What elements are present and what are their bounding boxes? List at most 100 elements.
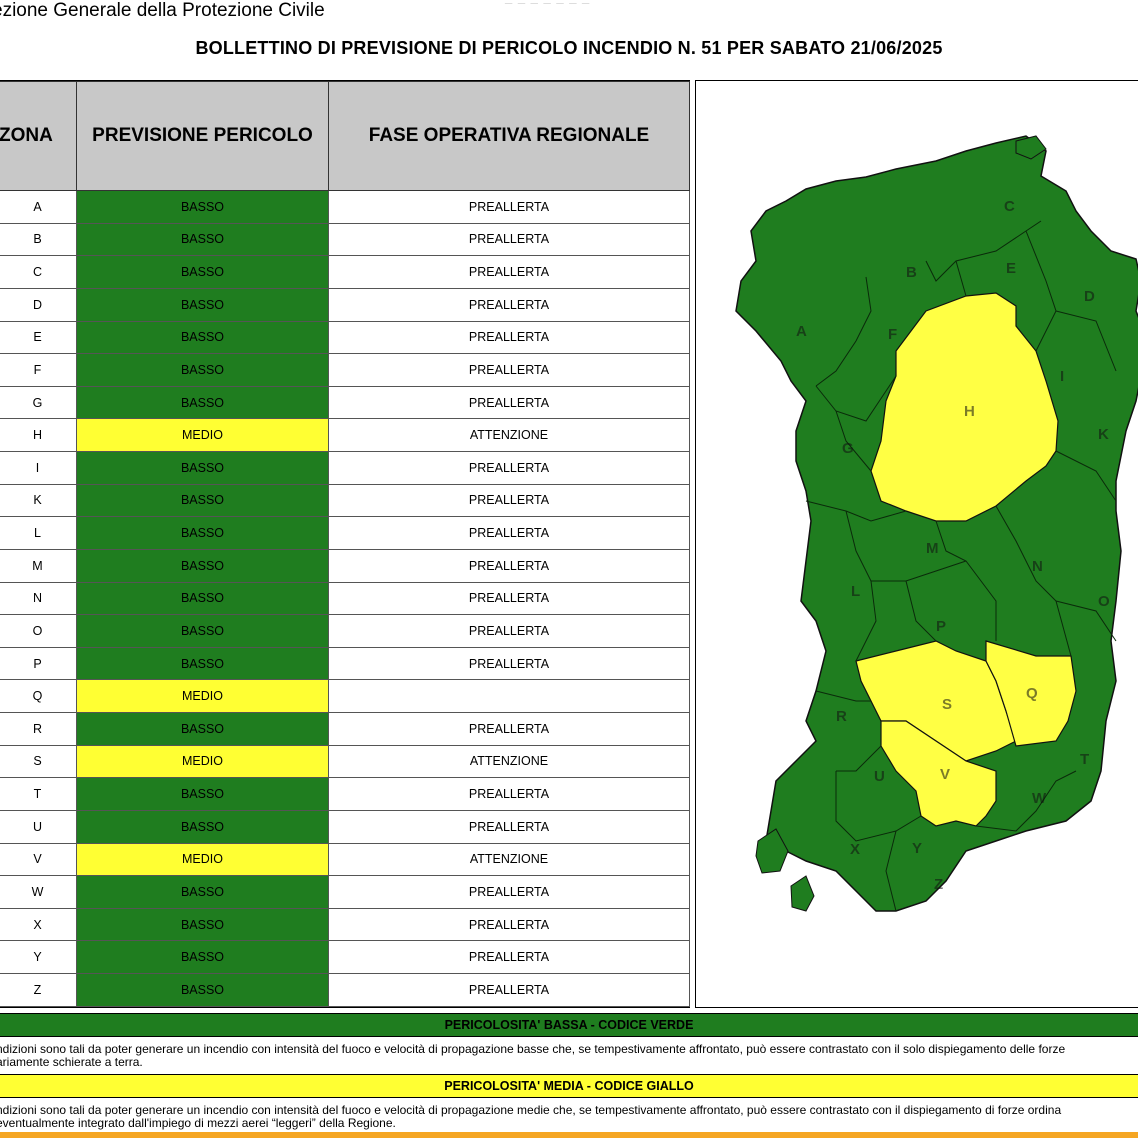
forecast-level-cell: BASSO <box>76 222 329 257</box>
table-row: I BASSO PREALLERTA <box>0 451 690 485</box>
zone-cell: K <box>0 483 77 518</box>
legend-green-text: ndizioni sono tali da poter generare un … <box>0 1043 1138 1069</box>
operative-phase-cell: PREALLERTA <box>328 614 690 648</box>
map-zone-label: X <box>850 841 860 858</box>
map-zone-label: H <box>964 403 975 420</box>
forecast-level-cell: BASSO <box>76 451 329 485</box>
map-zone-label: Y <box>912 840 922 857</box>
zone-cell: M <box>0 548 77 583</box>
institution-name: ezione Generale della Protezione Civile <box>0 0 325 21</box>
forecast-level-cell: BASSO <box>76 777 329 811</box>
table-row: S MEDIO ATTENZIONE <box>0 744 690 779</box>
operative-phase-cell: PREALLERTA <box>328 777 690 811</box>
map-zone-label: U <box>874 768 885 785</box>
table-header-row: ZONA PREVISIONE PERICOLO FASE OPERATIVA … <box>0 81 690 191</box>
zone-cell: B <box>0 222 77 257</box>
legend-yellow-title: PERICOLOSITA' MEDIA - CODICE GIALLO <box>0 1074 1138 1098</box>
operative-phase-cell: PREALLERTA <box>328 907 690 942</box>
operative-phase-cell: PREALLERTA <box>328 973 690 1007</box>
zone-cell: U <box>0 809 77 844</box>
forecast-level-cell: BASSO <box>76 940 329 974</box>
zone-cell: N <box>0 581 77 616</box>
forecast-level-cell: BASSO <box>76 320 329 355</box>
operative-phase-cell: PREALLERTA <box>328 222 690 257</box>
operative-phase-cell: PREALLERTA <box>328 646 690 681</box>
legend-green-line-1: ndizioni sono tali da poter generare un … <box>0 1043 1066 1056</box>
forecast-level-cell: BASSO <box>76 809 329 844</box>
operative-phase-cell: PREALLERTA <box>328 940 690 974</box>
table-row: W BASSO PREALLERTA <box>0 875 690 909</box>
operative-phase-cell: PREALLERTA <box>328 255 690 289</box>
table-row: Z BASSO PREALLERTA <box>0 973 690 1007</box>
legend-yellow-line-2: eventualmente integrato dall'impiego di … <box>0 1116 396 1130</box>
operative-phase-cell: PREALLERTA <box>328 483 690 518</box>
forecast-level-cell: BASSO <box>76 581 329 616</box>
orange-divider <box>0 1132 1138 1138</box>
zone-cell: G <box>0 385 77 420</box>
forecast-level-cell: BASSO <box>76 614 329 648</box>
zone-cell: X <box>0 907 77 942</box>
table-row: D BASSO PREALLERTA <box>0 287 690 322</box>
legend-green-line-2: ariamente schierate a terra. <box>0 1055 143 1069</box>
map-zone-label: P <box>936 618 946 635</box>
forecast-level-cell: BASSO <box>76 712 329 746</box>
map-zone-label: G <box>842 440 854 457</box>
zone-cell: H <box>0 418 77 452</box>
zone-cell: S <box>0 744 77 779</box>
zone-table-container: ZONA PREVISIONE PERICOLO FASE OPERATIVA … <box>0 80 690 1008</box>
table-row: C BASSO PREALLERTA <box>0 255 690 289</box>
legend-yellow-text: ndizioni sono tali da poter generare un … <box>0 1104 1138 1130</box>
map-zone-label: I <box>1060 368 1064 385</box>
zone-cell: C <box>0 255 77 289</box>
legend-green-title: PERICOLOSITA' BASSA - CODICE VERDE <box>0 1013 1138 1037</box>
operative-phase-cell: PREALLERTA <box>328 287 690 322</box>
table-row: M BASSO PREALLERTA <box>0 548 690 583</box>
forecast-level-cell: MEDIO <box>76 679 329 713</box>
operative-phase-cell: PREALLERTA <box>328 190 690 224</box>
table-row: F BASSO PREALLERTA <box>0 353 690 387</box>
forecast-level-cell: BASSO <box>76 287 329 322</box>
operative-phase-cell: ATTENZIONE <box>328 744 690 779</box>
operative-phase-cell: ATTENZIONE <box>328 418 690 452</box>
zone-cell: Q <box>0 679 77 713</box>
operative-phase-cell: PREALLERTA <box>328 875 690 909</box>
forecast-level-cell: BASSO <box>76 483 329 518</box>
map-zone-label: C <box>1004 198 1015 215</box>
forecast-level-cell: BASSO <box>76 548 329 583</box>
operative-phase-cell: PREALLERTA <box>328 548 690 583</box>
forecast-level-cell: BASSO <box>76 353 329 387</box>
table-row: X BASSO PREALLERTA <box>0 907 690 942</box>
operative-phase-cell: PREALLERTA <box>328 712 690 746</box>
table-row: L BASSO PREALLERTA <box>0 516 690 550</box>
table-row: B BASSO PREALLERTA <box>0 222 690 257</box>
operative-phase-cell: PREALLERTA <box>328 809 690 844</box>
table-row: Y BASSO PREALLERTA <box>0 940 690 974</box>
operative-phase-cell <box>328 679 690 713</box>
table-row: R BASSO PREALLERTA <box>0 712 690 746</box>
forecast-level-cell: BASSO <box>76 190 329 224</box>
table-row: E BASSO PREALLERTA <box>0 320 690 355</box>
header-fragment: _ _ _ _ _ _ _ <box>505 0 590 5</box>
forecast-level-cell: MEDIO <box>76 744 329 779</box>
table-row: Q MEDIO <box>0 679 690 713</box>
map-zone-label: S <box>942 696 952 713</box>
table-row: G BASSO PREALLERTA <box>0 385 690 420</box>
map-svg: A B C D E F G H I K L M N O P Q R S T U V W X Y Z <box>735 135 1138 912</box>
column-header-phase: FASE OPERATIVA REGIONALE <box>328 81 690 191</box>
zone-cell: T <box>0 777 77 811</box>
operative-phase-cell: PREALLERTA <box>328 451 690 485</box>
map-zone-label: T <box>1080 751 1089 768</box>
table-row: K BASSO PREALLERTA <box>0 483 690 518</box>
map-zone-label: W <box>1032 790 1047 807</box>
map-zone-label: F <box>888 326 897 343</box>
map-zone-label: R <box>836 708 847 725</box>
operative-phase-cell: PREALLERTA <box>328 385 690 420</box>
map-zone-label: O <box>1098 593 1110 610</box>
zone-cell: R <box>0 712 77 746</box>
zone-cell: Z <box>0 973 77 1007</box>
zone-cell: V <box>0 842 77 877</box>
zone-forecast-table: ZONA PREVISIONE PERICOLO FASE OPERATIVA … <box>0 81 690 1007</box>
map-zone-label: E <box>1006 260 1016 277</box>
table-row: V MEDIO ATTENZIONE <box>0 842 690 877</box>
column-header-forecast: PREVISIONE PERICOLO <box>76 81 329 191</box>
